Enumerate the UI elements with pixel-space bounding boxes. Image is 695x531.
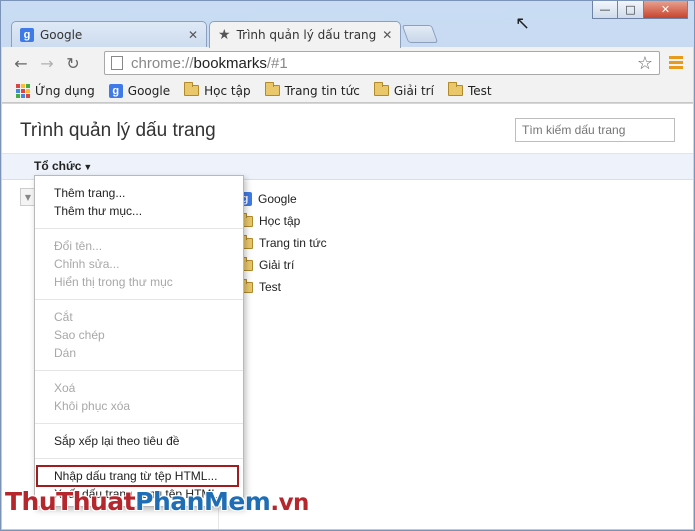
address-bar[interactable]: chrome://bookmarks/#1 ☆	[104, 51, 660, 75]
bookmark-bar-item-giai-tri[interactable]: Giải trí	[373, 82, 434, 98]
menu-item-sort-by-title[interactable]: Sắp xếp lại theo tiêu đề	[35, 432, 243, 450]
menu-item-edit: Chỉnh sửa...	[54, 257, 120, 271]
minimize-button[interactable]: —	[592, 1, 618, 19]
bookmark-bar-label: Trang tin tức	[284, 83, 360, 98]
bookmark-list: g Google Học tập Trang tin tức Giải trí …	[238, 188, 327, 298]
maximize-button[interactable]: □	[618, 1, 644, 19]
browser-window: — □ ✕ g Google ✕ ★ Trình quản lý dấu tra…	[0, 0, 695, 531]
close-tab-icon[interactable]: ✕	[188, 28, 198, 42]
list-item[interactable]: Trang tin tức	[238, 232, 327, 254]
tab-title: Trình quản lý dấu trang	[236, 28, 377, 42]
list-item[interactable]: g Google	[238, 188, 327, 210]
folder-icon	[184, 82, 200, 96]
menu-item-copy: Sao chép	[54, 328, 105, 342]
forward-button[interactable]: →	[34, 51, 60, 75]
organize-label: Tổ chức	[34, 159, 82, 173]
menu-item-delete: Xoá	[54, 381, 76, 395]
bookmark-bar-label: Giải trí	[393, 83, 434, 98]
window-controls: — □ ✕	[592, 1, 688, 19]
star-icon: ★	[218, 27, 231, 43]
apps-icon	[16, 83, 30, 98]
list-item-label: Học tập	[259, 214, 301, 228]
menu-item-import-html[interactable]: Nhập dấu trang từ tệp HTML...	[36, 465, 239, 487]
tab-google[interactable]: g Google ✕	[11, 21, 207, 47]
bookmark-bar-item-apps[interactable]: Ứng dụng	[16, 83, 95, 98]
close-tab-icon[interactable]: ✕	[382, 28, 392, 42]
list-item-label: Google	[258, 192, 297, 206]
menu-item-cut: Cắt	[54, 310, 73, 324]
google-icon: g	[108, 83, 123, 98]
search-input[interactable]	[515, 118, 675, 142]
bookmark-bar-label: Google	[127, 83, 171, 98]
list-item[interactable]: Học tập	[238, 210, 327, 232]
menu-item-show-in-folder: Hiển thị trong thư mục	[54, 275, 173, 289]
menu-item-paste: Dán	[54, 346, 77, 360]
page-icon	[111, 56, 123, 70]
menu-separator	[35, 370, 243, 371]
menu-item-rename: Đổi tên...	[54, 239, 103, 253]
google-icon: g	[20, 27, 34, 42]
list-item-label: Trang tin tức	[259, 236, 327, 250]
bookmark-bar-label: Học tập	[204, 83, 251, 98]
bookmark-star-icon[interactable]: ☆	[637, 53, 653, 74]
menu-item-add-folder[interactable]: Thêm thư mục...	[35, 202, 243, 220]
folder-icon	[264, 82, 280, 96]
toolbar: ← → ↻ chrome://bookmarks/#1 ☆	[2, 47, 693, 79]
mouse-cursor-icon: ↖	[515, 13, 531, 34]
list-item-label: Giải trí	[259, 258, 295, 272]
tab-title: Google	[40, 27, 83, 42]
menu-item-add-page[interactable]: Thêm trang...	[35, 184, 243, 202]
chrome-menu-icon[interactable]	[669, 56, 683, 71]
organize-menu-button[interactable]: Tổ chức ▼	[34, 159, 92, 173]
menu-separator	[35, 228, 243, 229]
menu-separator	[35, 458, 243, 459]
bookmark-bar-item-trang-tin-tuc[interactable]: Trang tin tức	[264, 82, 360, 98]
bookmarks-bar: Ứng dụng g Google Học tập Trang tin tức …	[2, 79, 693, 103]
tab-bookmarks[interactable]: ★ Trình quản lý dấu trang ✕	[209, 21, 401, 48]
url-text: chrome://bookmarks/#1	[131, 54, 288, 72]
caret-down-icon: ▼	[83, 162, 93, 172]
bookmark-bar-label: Ứng dụng	[35, 83, 95, 98]
bookmark-bar-label: Test	[467, 83, 492, 98]
reload-button[interactable]: ↻	[60, 51, 86, 75]
folder-icon	[447, 82, 463, 96]
back-button[interactable]: ←	[8, 51, 34, 75]
bookmark-bar-item-hoc-tap[interactable]: Học tập	[184, 82, 251, 98]
list-item[interactable]: Giải trí	[238, 254, 327, 276]
list-item[interactable]: Test	[238, 276, 327, 298]
menu-separator	[35, 423, 243, 424]
page-header: Trình quản lý dấu trang	[2, 104, 693, 154]
menu-separator	[35, 299, 243, 300]
bookmark-bar-item-google[interactable]: g Google	[108, 83, 171, 98]
bookmark-bar-item-test[interactable]: Test	[447, 82, 492, 98]
new-tab-button[interactable]	[401, 25, 439, 43]
organize-dropdown-menu: Thêm trang... Thêm thư mục... Đổi tên...…	[34, 175, 244, 507]
menu-item-undo-delete: Khôi phục xóa	[54, 399, 131, 413]
list-item-label: Test	[259, 280, 282, 294]
close-window-button[interactable]: ✕	[644, 1, 688, 19]
watermark-logo: ThuThuatPhanMem.vn	[5, 487, 309, 516]
page-title: Trình quản lý dấu trang	[20, 120, 216, 141]
folder-icon	[373, 82, 389, 96]
